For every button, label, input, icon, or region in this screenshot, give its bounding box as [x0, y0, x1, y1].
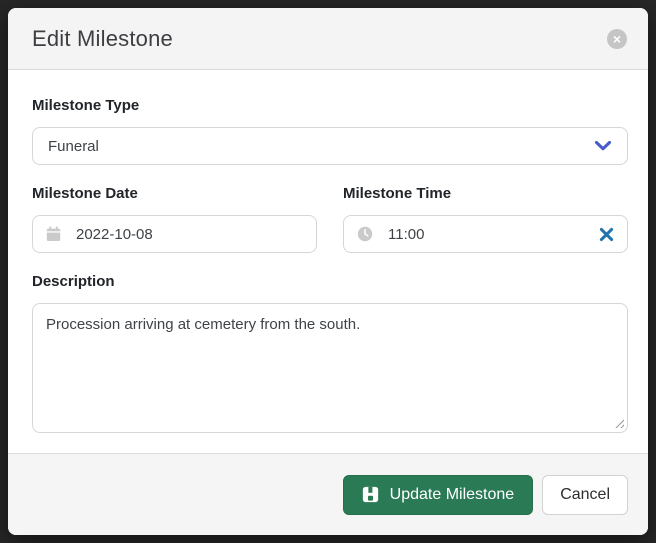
time-column: Milestone Time [343, 185, 628, 253]
date-time-row: Milestone Date Milestone Time [32, 185, 628, 253]
cancel-label: Cancel [560, 486, 610, 503]
save-icon [362, 486, 379, 503]
milestone-date-field[interactable] [76, 226, 303, 243]
chevron-down-icon [594, 140, 612, 152]
milestone-time-input-group[interactable] [343, 215, 628, 253]
close-button[interactable]: × [607, 29, 627, 49]
calendar-icon [46, 226, 61, 242]
update-milestone-label: Update Milestone [390, 486, 515, 504]
modal-footer: Update Milestone Cancel [8, 453, 648, 535]
modal-header: Edit Milestone × [8, 8, 648, 70]
modal-body: Milestone Type Funeral Milestone Date [8, 70, 648, 453]
description-wrapper: Procession arriving at cemetery from the… [32, 303, 628, 433]
milestone-date-label: Milestone Date [32, 185, 317, 202]
close-icon: × [613, 32, 621, 46]
milestone-time-label: Milestone Time [343, 185, 628, 202]
milestone-type-value: Funeral [48, 138, 99, 155]
clear-x-icon [599, 227, 614, 242]
modal-title: Edit Milestone [32, 26, 173, 52]
clear-time-button[interactable] [599, 227, 614, 242]
cancel-button[interactable]: Cancel [542, 475, 628, 515]
milestone-date-input-group[interactable] [32, 215, 317, 253]
update-milestone-button[interactable]: Update Milestone [343, 475, 534, 515]
date-column: Milestone Date [32, 185, 317, 253]
edit-milestone-modal: Edit Milestone × Milestone Type Funeral … [8, 8, 648, 535]
milestone-type-select[interactable]: Funeral [32, 127, 628, 165]
milestone-type-label: Milestone Type [32, 97, 628, 114]
description-label: Description [32, 273, 628, 290]
clock-icon [357, 226, 373, 242]
milestone-time-field[interactable] [388, 226, 584, 243]
description-textarea[interactable]: Procession arriving at cemetery from the… [32, 303, 628, 433]
